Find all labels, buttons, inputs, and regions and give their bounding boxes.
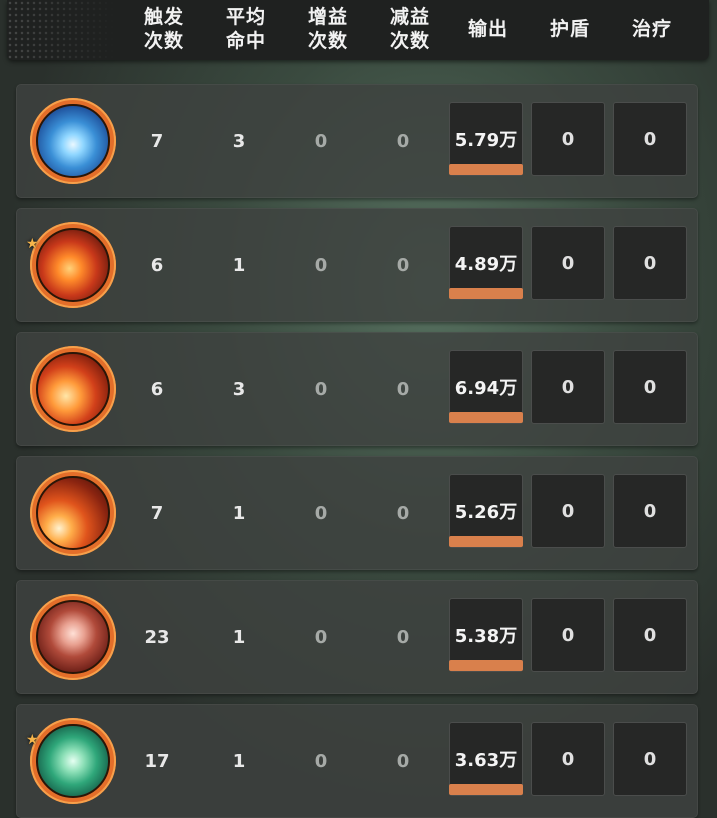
trigger-count: 7 — [150, 502, 164, 524]
fire-swirl-icon — [36, 228, 110, 302]
star-icon: ★ — [26, 732, 39, 748]
debuff-count: 0 — [396, 130, 410, 152]
output-bar — [449, 412, 523, 423]
table-row: 6 3 0 0 6.94万 0 0 — [16, 332, 698, 446]
trigger-count: 7 — [150, 130, 164, 152]
trigger-count: 17 — [144, 750, 170, 772]
trigger-count: 6 — [150, 254, 164, 276]
ice-burst-icon — [36, 104, 110, 178]
output-bar — [449, 784, 523, 795]
fire-orb-icon — [36, 352, 110, 426]
table-row: ★ 6 1 0 0 4.89万 0 0 — [16, 208, 698, 322]
heal-value: 0 — [613, 350, 687, 424]
skill-icon-frame[interactable] — [30, 346, 116, 432]
buff-count: 0 — [314, 502, 328, 524]
avg-hits: 1 — [232, 626, 246, 648]
jade-orb-icon — [36, 724, 110, 798]
table-row: ★ 17 1 0 0 3.63万 0 0 — [16, 704, 698, 818]
buff-count: 0 — [314, 626, 328, 648]
skill-icon-frame[interactable] — [30, 594, 116, 680]
header-output: 输出 — [467, 18, 508, 40]
skill-icon-frame[interactable] — [30, 98, 116, 184]
debuff-count: 0 — [396, 378, 410, 400]
table-row: 23 1 0 0 5.38万 0 0 — [16, 580, 698, 694]
header-heal: 治疗 — [631, 18, 672, 40]
output-bar — [449, 536, 523, 547]
buff-count: 0 — [314, 130, 328, 152]
skill-icon-frame[interactable] — [30, 470, 116, 556]
debuff-count: 0 — [396, 626, 410, 648]
output-bar — [449, 660, 523, 671]
shield-value: 0 — [531, 722, 605, 796]
fireball-icon — [36, 476, 110, 550]
shield-value: 0 — [531, 474, 605, 548]
header-avg-hits: 平均 命中 — [225, 6, 266, 52]
heal-value: 0 — [613, 474, 687, 548]
shield-value: 0 — [531, 226, 605, 300]
avg-hits: 3 — [232, 378, 246, 400]
avg-hits: 1 — [232, 750, 246, 772]
skill-icon-frame[interactable]: ★ — [26, 718, 116, 804]
header-decoration — [7, 0, 117, 60]
table-row: 7 3 0 0 5.79万 0 0 — [16, 84, 698, 198]
debuff-count: 0 — [396, 750, 410, 772]
heal-value: 0 — [613, 226, 687, 300]
header-debuff-count: 减益 次数 — [389, 6, 430, 52]
avg-hits: 3 — [232, 130, 246, 152]
table-row: 7 1 0 0 5.26万 0 0 — [16, 456, 698, 570]
buff-count: 0 — [314, 750, 328, 772]
trigger-count: 23 — [144, 626, 170, 648]
buff-count: 0 — [314, 254, 328, 276]
buff-count: 0 — [314, 378, 328, 400]
heal-value: 0 — [613, 598, 687, 672]
debuff-count: 0 — [396, 502, 410, 524]
shield-value: 0 — [531, 598, 605, 672]
header-trigger-count: 触发 次数 — [143, 6, 184, 52]
table-header: 触发 次数 平均 命中 增益 次数 减益 次数 输出 护盾 治疗 — [7, 0, 709, 60]
skill-icon-frame[interactable]: ★ — [26, 222, 116, 308]
avg-hits: 1 — [232, 502, 246, 524]
star-icon: ★ — [26, 236, 39, 252]
trigger-count: 6 — [150, 378, 164, 400]
output-bar — [449, 164, 523, 175]
header-shield: 护盾 — [549, 18, 590, 40]
heal-value: 0 — [613, 102, 687, 176]
header-buff-count: 增益 次数 — [307, 6, 348, 52]
shield-value: 0 — [531, 350, 605, 424]
debuff-count: 0 — [396, 254, 410, 276]
shield-value: 0 — [531, 102, 605, 176]
crimson-orb-icon — [36, 600, 110, 674]
output-bar — [449, 288, 523, 299]
avg-hits: 1 — [232, 254, 246, 276]
heal-value: 0 — [613, 722, 687, 796]
